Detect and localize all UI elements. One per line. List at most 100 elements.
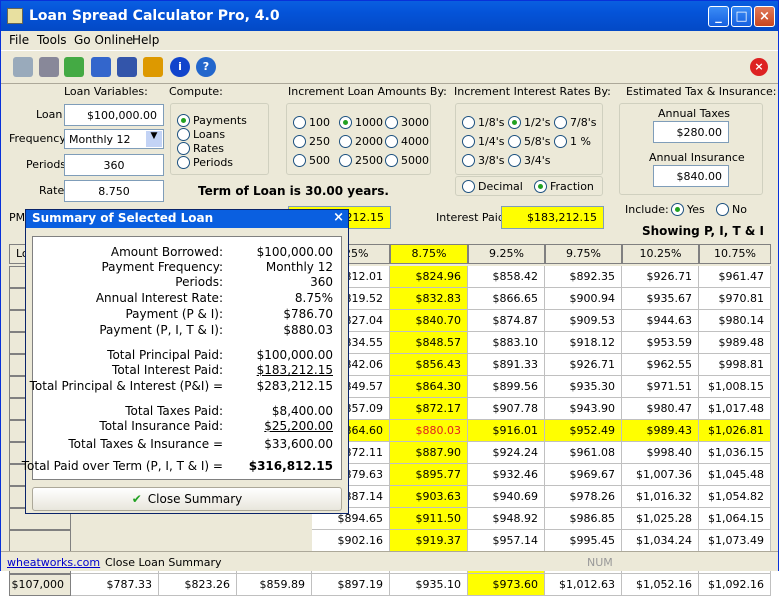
grid-cell[interactable]: $900.94 bbox=[545, 288, 622, 310]
grid-cell[interactable]: $926.71 bbox=[545, 354, 622, 376]
print-preview-icon[interactable] bbox=[39, 57, 59, 77]
grid-cell[interactable]: $1,036.15 bbox=[699, 442, 771, 464]
inc-loan-100[interactable]: 100 bbox=[293, 116, 330, 129]
print-icon[interactable] bbox=[13, 57, 33, 77]
grid-cell[interactable]: $866.65 bbox=[468, 288, 545, 310]
compute-loans-radio[interactable]: Loans bbox=[177, 128, 225, 141]
grid-cell[interactable]: $1,007.36 bbox=[622, 464, 699, 486]
grid-cell[interactable]: $787.33 bbox=[71, 574, 159, 596]
grid-cell[interactable]: $1,054.82 bbox=[699, 486, 771, 508]
grid-cell[interactable]: $989.43 bbox=[622, 420, 699, 442]
periods-input[interactable]: 360 bbox=[64, 154, 164, 176]
compute-periods-radio[interactable]: Periods bbox=[177, 156, 233, 169]
grid-cell[interactable]: $961.08 bbox=[545, 442, 622, 464]
fraction-radio[interactable]: Fraction bbox=[534, 180, 594, 193]
grid-cell[interactable]: $919.37 bbox=[390, 530, 468, 552]
grid-cell[interactable]: $1,034.24 bbox=[622, 530, 699, 552]
grid-cell[interactable]: $926.71 bbox=[622, 266, 699, 288]
menu-help[interactable]: Help bbox=[132, 33, 159, 47]
inc-rate-5-8[interactable]: 5/8's bbox=[508, 135, 550, 148]
frequency-select[interactable]: Monthly 12 ▼ bbox=[64, 129, 164, 149]
grid-cell[interactable]: $969.67 bbox=[545, 464, 622, 486]
grid-cell[interactable]: $823.26 bbox=[159, 574, 237, 596]
grid-header-col[interactable]: 9.25% bbox=[468, 244, 545, 264]
close-window-button[interactable]: × bbox=[754, 6, 775, 27]
grid-cell[interactable]: $924.24 bbox=[468, 442, 545, 464]
grid-cell[interactable]: $897.19 bbox=[312, 574, 390, 596]
grid-cell[interactable]: $1,026.81 bbox=[699, 420, 771, 442]
grid-row-label[interactable] bbox=[9, 530, 71, 552]
grid-cell[interactable]: $864.30 bbox=[390, 376, 468, 398]
title-bar[interactable]: Loan Spread Calculator Pro, 4.0 _ □ × bbox=[1, 1, 778, 31]
summary-close-icon[interactable]: × bbox=[333, 210, 344, 225]
grid-cell[interactable]: $1,064.15 bbox=[699, 508, 771, 530]
calculator-icon[interactable] bbox=[91, 57, 111, 77]
grid-cell[interactable]: $1,052.16 bbox=[622, 574, 699, 596]
grid-cell[interactable]: $1,025.28 bbox=[622, 508, 699, 530]
grid-header-col-selected[interactable]: 8.75% bbox=[390, 244, 468, 264]
grid-cell[interactable]: $998.40 bbox=[622, 442, 699, 464]
grid-cell[interactable]: $1,008.15 bbox=[699, 376, 771, 398]
minimize-button[interactable]: _ bbox=[708, 6, 729, 27]
grid-cell[interactable]: $953.59 bbox=[622, 332, 699, 354]
inc-loan-250[interactable]: 250 bbox=[293, 135, 330, 148]
inc-rate-1-2[interactable]: 1/2's bbox=[508, 116, 550, 129]
inc-rate-3-8[interactable]: 3/8's bbox=[462, 154, 504, 167]
grid-cell[interactable]: $859.89 bbox=[237, 574, 312, 596]
inc-loan-2000[interactable]: 2000 bbox=[339, 135, 383, 148]
grid-cell[interactable]: $887.90 bbox=[390, 442, 468, 464]
annual-taxes-input[interactable]: $280.00 bbox=[653, 121, 729, 143]
grid-cell[interactable]: $1,017.48 bbox=[699, 398, 771, 420]
compute-payments-radio[interactable]: Payments bbox=[177, 114, 247, 127]
help-icon[interactable]: ? bbox=[196, 57, 216, 77]
clear-icon[interactable] bbox=[143, 57, 163, 77]
exit-icon[interactable]: × bbox=[750, 58, 768, 76]
grid-cell[interactable]: $902.16 bbox=[312, 530, 390, 552]
grid-header-col[interactable]: 10.25% bbox=[622, 244, 699, 264]
grid-cell[interactable]: $970.81 bbox=[699, 288, 771, 310]
grid-cell[interactable]: $962.55 bbox=[622, 354, 699, 376]
grid-cell[interactable]: $824.96 bbox=[390, 266, 468, 288]
grid-cell[interactable]: $895.77 bbox=[390, 464, 468, 486]
grid-cell[interactable]: $892.35 bbox=[545, 266, 622, 288]
grid-cell[interactable]: $932.46 bbox=[468, 464, 545, 486]
grid-cell[interactable]: $973.60 bbox=[468, 574, 545, 596]
grid-cell[interactable]: $952.49 bbox=[545, 420, 622, 442]
grid-cell[interactable]: $891.33 bbox=[468, 354, 545, 376]
grid-cell[interactable]: $874.87 bbox=[468, 310, 545, 332]
grid-cell[interactable]: $935.10 bbox=[390, 574, 468, 596]
grid-cell[interactable]: $980.14 bbox=[699, 310, 771, 332]
grid-cell[interactable]: $961.47 bbox=[699, 266, 771, 288]
chevron-down-icon[interactable]: ▼ bbox=[146, 131, 162, 147]
inc-rate-1-4[interactable]: 1/4's bbox=[462, 135, 504, 148]
maximize-button[interactable]: □ bbox=[731, 6, 752, 27]
grid-cell[interactable]: $998.81 bbox=[699, 354, 771, 376]
grid-header-col[interactable]: 10.75% bbox=[699, 244, 771, 264]
inc-loan-1000[interactable]: 1000 bbox=[339, 116, 383, 129]
grid-cell[interactable]: $856.43 bbox=[390, 354, 468, 376]
grid-cell[interactable]: $989.48 bbox=[699, 332, 771, 354]
grid-cell[interactable]: $978.26 bbox=[545, 486, 622, 508]
close-summary-button[interactable]: ✔ Close Summary bbox=[32, 487, 342, 511]
inc-loan-500[interactable]: 500 bbox=[293, 154, 330, 167]
grid-cell[interactable]: $858.42 bbox=[468, 266, 545, 288]
menu-file[interactable]: File bbox=[9, 33, 29, 47]
grid-cell[interactable]: $935.67 bbox=[622, 288, 699, 310]
menu-tools[interactable]: Tools bbox=[37, 33, 67, 47]
grid-cell[interactable]: $848.57 bbox=[390, 332, 468, 354]
grid-cell[interactable]: $1,073.49 bbox=[699, 530, 771, 552]
grid-cell[interactable]: $918.12 bbox=[545, 332, 622, 354]
decimal-radio[interactable]: Decimal bbox=[462, 180, 523, 193]
inc-loan-4000[interactable]: 4000 bbox=[385, 135, 429, 148]
grid-cell[interactable]: $840.70 bbox=[390, 310, 468, 332]
compute-rates-radio[interactable]: Rates bbox=[177, 142, 224, 155]
loan-input[interactable]: $100,000.00 bbox=[64, 104, 164, 126]
grid-cell[interactable]: $1,016.32 bbox=[622, 486, 699, 508]
grid-cell[interactable]: $899.56 bbox=[468, 376, 545, 398]
inc-rate-1[interactable]: 1 % bbox=[554, 135, 591, 148]
grid-cell[interactable]: $943.90 bbox=[545, 398, 622, 420]
inc-rate-3-4[interactable]: 3/4's bbox=[508, 154, 550, 167]
info-icon[interactable]: i bbox=[170, 57, 190, 77]
grid-cell[interactable]: $880.03 bbox=[390, 420, 468, 442]
grid-cell[interactable]: $935.30 bbox=[545, 376, 622, 398]
